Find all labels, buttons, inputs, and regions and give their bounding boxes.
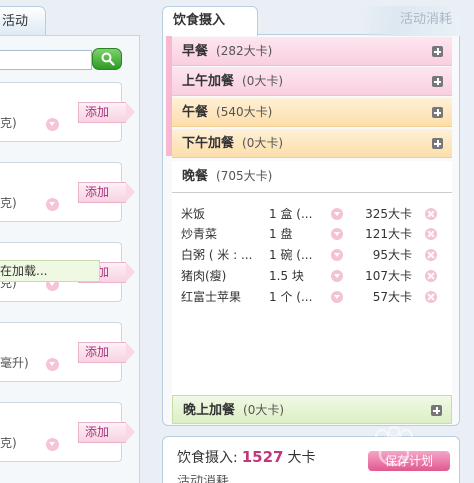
food-result-card: 克) 添加 (0, 402, 135, 462)
intake-total-value: 1527 (241, 448, 284, 466)
food-qty: 1 个 (... (269, 290, 313, 304)
food-unit: 克) (0, 116, 17, 130)
food-unit: 克) (0, 196, 17, 210)
food-name: 红富士苹果 (181, 290, 242, 304)
chevron-down-icon[interactable] (46, 198, 59, 211)
meal-row-morning-snack[interactable]: 上午加餐 (0大卡) (172, 67, 452, 96)
food-name: 炒青菜 (181, 227, 218, 241)
food-kcal: 107大卡 (365, 269, 412, 283)
meal-kcal: (705大卡) (216, 169, 273, 183)
food-result-card: 克) 添加 (0, 82, 135, 142)
meal-name: 午餐 (182, 105, 209, 120)
remove-icon[interactable] (425, 270, 437, 282)
list-item: 炒青菜 1 盘 121大卡 (172, 224, 452, 244)
food-qty: 1.5 块 (269, 269, 304, 283)
food-name: 猪肉(瘦) (181, 269, 227, 283)
tab-intake[interactable]: 饮食摄入 (162, 6, 258, 36)
search-input[interactable] (0, 50, 92, 70)
meal-row-evening-snack[interactable]: 晚上加餐 (0大卡) (172, 395, 452, 424)
food-qty: 1 盘 (269, 227, 293, 241)
expand-plus-icon[interactable] (432, 76, 443, 87)
food-name: 米饭 (181, 207, 206, 221)
search-button[interactable] (92, 48, 122, 70)
add-button[interactable]: 添加 (78, 342, 135, 363)
meal-name: 晚上加餐 (183, 403, 236, 418)
food-unit: 毫升) (0, 356, 29, 370)
food-kcal: 57大卡 (372, 290, 412, 304)
meal-kcal: (0大卡) (242, 74, 284, 88)
meal-row-dinner[interactable]: 晚餐 (705大卡) (172, 161, 452, 193)
meal-kcal: (0大卡) (243, 403, 285, 417)
intake-total-label: 饮食摄入: (177, 450, 238, 466)
meal-row-breakfast[interactable]: 早餐 (282大卡) (172, 37, 452, 66)
chevron-down-icon[interactable] (46, 118, 59, 131)
food-kcal: 95大卡 (372, 248, 412, 262)
watermark-logo (375, 426, 413, 467)
expand-plus-icon[interactable] (432, 138, 443, 149)
food-result-card: 克) 添加 (0, 162, 135, 222)
food-result-card: 毫升) 添加 (0, 322, 135, 382)
meal-name: 早餐 (182, 44, 209, 59)
meal-row-afternoon-snack[interactable]: 下午加餐 (0大卡) (172, 129, 452, 158)
list-item: 红富士苹果 1 个 (... 57大卡 (172, 287, 452, 307)
meal-row-lunch[interactable]: 午餐 (540大卡) (172, 98, 452, 127)
activity-total-label: 活动消耗 (177, 475, 230, 483)
meal-kcal: (282大卡) (216, 44, 273, 58)
loading-tooltip: 在加载... (0, 260, 100, 282)
list-item: 白粥 ( 米 : ... 1 碗 (... 95大卡 (172, 245, 452, 265)
dinner-section: 晚餐 (705大卡) 米饭 1 盒 (... 325大卡 炒青菜 1 盘 121大… (172, 161, 452, 396)
add-button[interactable]: 添加 (78, 182, 135, 203)
remove-icon[interactable] (425, 249, 437, 261)
food-name: 白粥 ( 米 : ... (181, 248, 253, 262)
food-qty: 1 碗 (... (269, 248, 313, 262)
food-kcal: 325大卡 (365, 207, 412, 221)
tab-activity[interactable]: 活动消耗 (362, 6, 460, 36)
expand-plus-icon[interactable] (432, 46, 443, 57)
chevron-down-icon[interactable] (46, 438, 59, 451)
food-qty: 1 盒 (... (269, 207, 313, 221)
remove-icon[interactable] (425, 228, 437, 240)
list-item: 猪肉(瘦) 1.5 块 107大卡 (172, 266, 452, 286)
add-button[interactable]: 添加 (78, 422, 135, 443)
expand-plus-icon[interactable] (432, 107, 443, 118)
expand-plus-icon[interactable] (431, 405, 442, 416)
intake-total-unit: 大卡 (287, 450, 316, 466)
food-kcal: 121大卡 (365, 227, 412, 241)
food-unit: 克) (0, 436, 17, 450)
meal-name: 上午加餐 (182, 74, 235, 89)
meal-name: 晚餐 (182, 169, 209, 184)
chevron-down-icon[interactable] (46, 358, 59, 371)
meal-kcal: (0大卡) (242, 136, 284, 150)
remove-icon[interactable] (425, 208, 437, 220)
remove-icon[interactable] (425, 291, 437, 303)
meal-kcal: (540大卡) (216, 105, 273, 119)
tab-activity-left[interactable]: 活动 (0, 6, 46, 36)
list-item: 米饭 1 盒 (... 325大卡 (172, 204, 452, 224)
meal-name: 下午加餐 (182, 136, 235, 151)
search-icon (101, 52, 115, 66)
add-button[interactable]: 添加 (78, 102, 135, 123)
intake-total: 饮食摄入: 1527 大卡 (177, 447, 315, 467)
